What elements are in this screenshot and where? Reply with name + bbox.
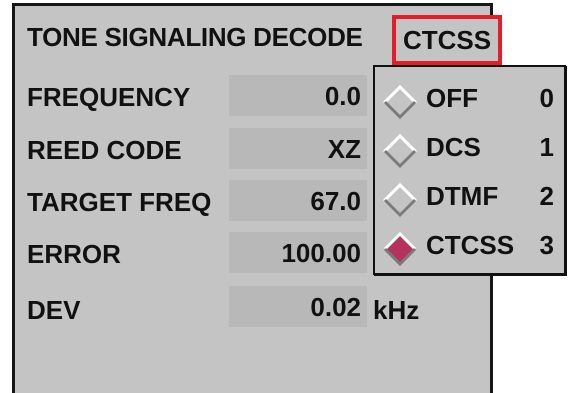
radio-diamond-icon [383, 134, 417, 168]
error-value: 100.00 [229, 232, 367, 273]
frequency-value: 0.0 [229, 75, 367, 116]
reed-code-value: XZ [229, 128, 367, 169]
radio-diamond-icon [383, 85, 417, 119]
decode-mode-selector[interactable]: CTCSS [392, 15, 502, 65]
option-dtmf[interactable]: DTMF 2 [375, 173, 564, 223]
option-off-index: 0 [539, 83, 554, 113]
option-dcs-index: 1 [539, 132, 554, 162]
option-dtmf-label: DTMF [426, 181, 499, 211]
radio-diamond-selected-icon [383, 232, 417, 266]
reed-code-label: REED CODE [27, 135, 182, 165]
target-freq-value: 67.0 [229, 180, 367, 221]
dev-label: DEV [27, 295, 81, 325]
frequency-label: FREQUENCY [27, 82, 191, 112]
option-ctcss-index: 3 [539, 230, 554, 260]
error-label: ERROR [27, 239, 121, 269]
option-ctcss-label: CTCSS [426, 230, 515, 260]
option-dtmf-index: 2 [539, 181, 554, 211]
option-off-label: OFF [426, 83, 478, 113]
option-ctcss[interactable]: CTCSS 3 [375, 222, 564, 272]
decode-mode-dropdown: OFF 0 DCS 1 DTMF 2 CTCSS 3 [373, 65, 566, 275]
dev-unit: kHz [373, 295, 420, 325]
option-off[interactable]: OFF 0 [375, 75, 564, 125]
dev-value: 0.02 [229, 286, 367, 327]
option-dcs[interactable]: DCS 1 [375, 124, 564, 174]
option-dcs-label: DCS [426, 132, 481, 162]
target-freq-label: TARGET FREQ [27, 187, 212, 217]
panel-title: TONE SIGNALING DECODE [27, 22, 363, 52]
radio-diamond-icon [383, 183, 417, 217]
